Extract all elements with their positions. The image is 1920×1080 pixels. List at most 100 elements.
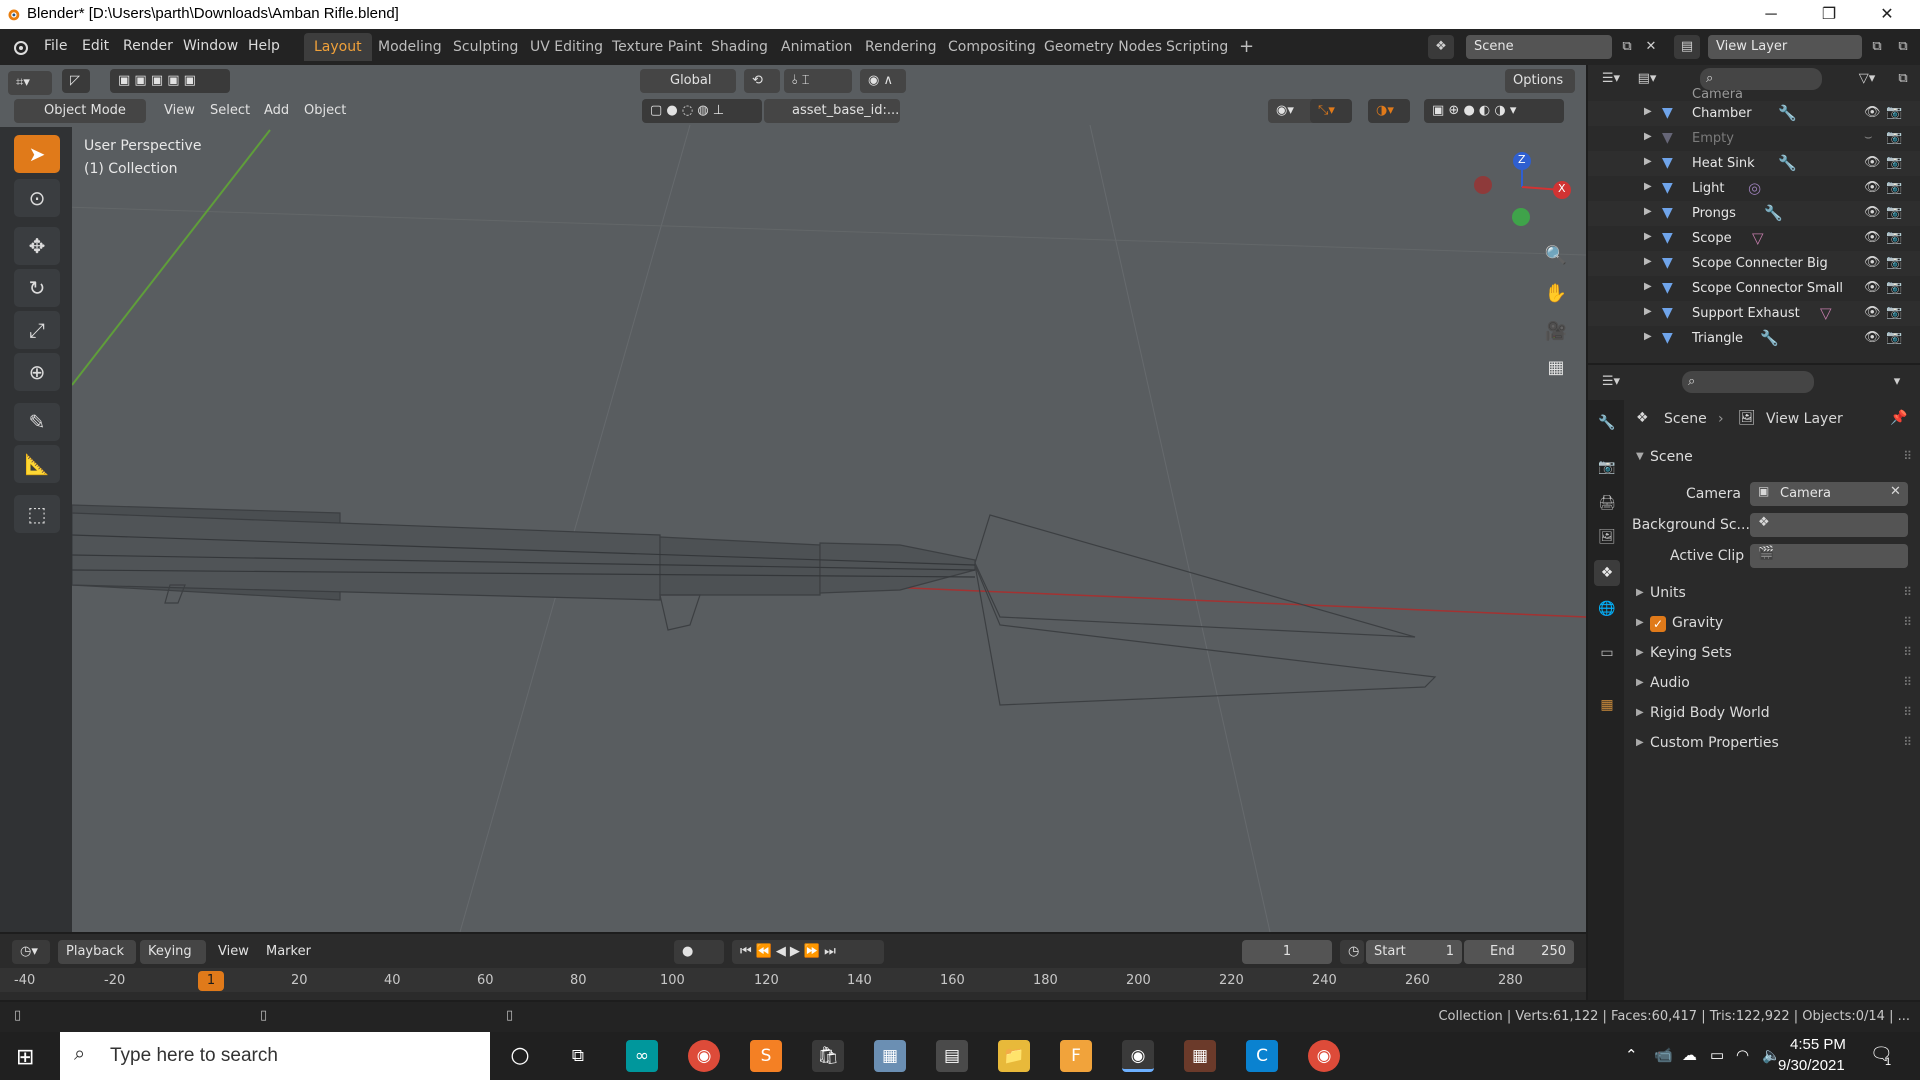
menu-window[interactable]: Window: [183, 38, 238, 54]
perspective-toggle-icon[interactable]: ▦: [1540, 352, 1572, 384]
wifi-icon[interactable]: ◠: [1736, 1046, 1749, 1064]
render-camera-icon[interactable]: 📷: [1886, 230, 1902, 245]
transform-orientation-dropdown[interactable]: Global: [640, 69, 736, 93]
clock-time[interactable]: 4:55 PM: [1790, 1036, 1846, 1053]
new-scene-icon[interactable]: ⧉: [1614, 35, 1640, 59]
windows-start-icon[interactable]: ⊞: [16, 1045, 34, 1070]
current-frame-field[interactable]: 1: [1242, 940, 1332, 964]
move-tool-icon[interactable]: ✥: [14, 227, 60, 265]
show-hidden-icons-icon[interactable]: ⌃: [1625, 1046, 1638, 1064]
visibility-eye-icon[interactable]: 👁: [1864, 305, 1881, 320]
visibility-eye-icon[interactable]: 👁: [1864, 205, 1881, 220]
mode-dropdown[interactable]: Object Mode: [14, 99, 146, 123]
clock-date[interactable]: 9/30/2021: [1778, 1057, 1845, 1074]
display-mode-icon[interactable]: ▤▾: [1634, 67, 1660, 91]
select-mode-icon[interactable]: ◸: [62, 69, 90, 93]
timeline-editor-icon[interactable]: ◷▾: [12, 940, 50, 964]
drag-grip-icon[interactable]: ⠿: [1903, 585, 1912, 599]
visibility-eye-icon[interactable]: 👁: [1864, 180, 1881, 195]
expand-icon[interactable]: ▶: [1644, 131, 1652, 142]
transform-tool-icon[interactable]: ⊕: [14, 353, 60, 391]
rigid-body-world-panel-header[interactable]: ▶ Rigid Body World ⠿: [1626, 700, 1918, 728]
annotate-tool-icon[interactable]: ✎: [14, 403, 60, 441]
delete-scene-icon[interactable]: ✕: [1638, 35, 1664, 59]
meet-now-icon[interactable]: 📹: [1654, 1046, 1673, 1064]
chrome-profile-app-icon[interactable]: ◉: [1308, 1040, 1340, 1072]
scale-tool-icon[interactable]: ⤢: [14, 311, 60, 349]
view-layer-tab-icon[interactable]: 🖼: [1594, 524, 1620, 550]
menu-add[interactable]: Add: [264, 103, 289, 118]
menu-render[interactable]: Render: [123, 38, 173, 54]
select-tool-icon[interactable]: ➤: [14, 135, 60, 173]
cortana-icon[interactable]: ○: [504, 1040, 536, 1072]
add-cube-tool-icon[interactable]: ⬚: [14, 495, 60, 533]
outliner-row-scope[interactable]: ▶ ▼ Scope ▽ 👁 📷: [1588, 226, 1920, 251]
render-camera-icon[interactable]: 📷: [1886, 130, 1902, 145]
properties-editor-icon[interactable]: ☰▾: [1598, 370, 1624, 394]
playback-dropdown[interactable]: Playback: [58, 940, 136, 964]
expand-icon[interactable]: ▶: [1644, 206, 1652, 217]
minimize-button[interactable]: ─: [1742, 0, 1800, 29]
c-app-icon[interactable]: C: [1246, 1040, 1278, 1072]
keying-dropdown[interactable]: Keying: [140, 940, 206, 964]
visibility-eye-icon[interactable]: 👁: [1864, 105, 1881, 120]
timeline-ruler[interactable]: [0, 968, 1586, 992]
new-collection-icon[interactable]: ⧉: [1890, 67, 1916, 91]
expand-icon[interactable]: ▶: [1644, 281, 1652, 292]
tab-compositing[interactable]: Compositing: [938, 33, 1046, 61]
gravity-panel-header[interactable]: ▶ ✓ Gravity ⠿: [1626, 610, 1918, 638]
render-camera-icon[interactable]: 📷: [1886, 155, 1902, 170]
drag-grip-icon[interactable]: ⠿: [1903, 449, 1912, 463]
render-properties-tab-icon[interactable]: 📷: [1594, 454, 1620, 480]
output-properties-tab-icon[interactable]: 🖨: [1594, 490, 1620, 516]
scene-panel-header[interactable]: ▼ Scene ⠿: [1626, 444, 1918, 472]
pan-hand-icon[interactable]: ✋: [1540, 278, 1572, 310]
drag-grip-icon[interactable]: ⠿: [1903, 735, 1912, 749]
start-frame-field[interactable]: Start 1: [1366, 940, 1462, 964]
expand-icon[interactable]: ▶: [1644, 331, 1652, 342]
render-camera-icon[interactable]: 📷: [1886, 280, 1902, 295]
outliner-editor-icon[interactable]: ☰▾: [1598, 67, 1624, 91]
tab-texture-paint[interactable]: Texture Paint: [602, 33, 712, 61]
render-camera-icon[interactable]: 📷: [1886, 105, 1902, 120]
3d-viewport[interactable]: [0, 65, 1586, 932]
scene-name-field[interactable]: Scene: [1466, 35, 1612, 59]
file-explorer-icon[interactable]: 📁: [998, 1040, 1030, 1072]
new-view-layer-icon[interactable]: ⧉: [1864, 35, 1890, 59]
proportional-editing-icon[interactable]: ◉ ∧: [860, 69, 906, 93]
world-properties-tab-icon[interactable]: 🌐: [1594, 596, 1620, 622]
menu-file[interactable]: File: [44, 38, 67, 54]
zoom-icon[interactable]: 🔍: [1540, 240, 1572, 272]
pivot-point-icon[interactable]: ⟲: [744, 69, 780, 93]
taskbar-search-input[interactable]: ⌕ Type here to search: [60, 1032, 490, 1080]
tab-uv-editing[interactable]: UV Editing: [520, 33, 613, 61]
tab-rendering[interactable]: Rendering: [855, 33, 947, 61]
render-camera-icon[interactable]: 📷: [1886, 255, 1902, 270]
tab-sculpting[interactable]: Sculpting: [443, 33, 528, 61]
tab-shading[interactable]: Shading: [701, 33, 778, 61]
expand-icon[interactable]: ▶: [1644, 306, 1652, 317]
visibility-eye-icon[interactable]: 👁: [1864, 155, 1881, 170]
task-view-icon[interactable]: ⧉: [562, 1040, 594, 1072]
menu-edit[interactable]: Edit: [82, 38, 109, 54]
sublime-app-icon[interactable]: S: [750, 1040, 782, 1072]
audio-panel-header[interactable]: ▶ Audio ⠿: [1626, 670, 1918, 698]
playhead-frame[interactable]: 1: [198, 971, 224, 991]
tab-scripting[interactable]: Scripting: [1156, 33, 1238, 61]
fusion-app-icon[interactable]: F: [1060, 1040, 1092, 1072]
camera-field[interactable]: Camera: [1750, 482, 1908, 506]
visibility-eye-icon[interactable]: 👁: [1864, 330, 1881, 345]
tool-properties-tab-icon[interactable]: 🔧: [1594, 410, 1620, 436]
collection-properties-tab-icon[interactable]: ▭: [1594, 640, 1620, 666]
units-panel-header[interactable]: ▶ Units ⠿: [1626, 580, 1918, 608]
arduino-app-icon[interactable]: ∞: [626, 1040, 658, 1072]
expand-icon[interactable]: ▶: [1644, 231, 1652, 242]
render-camera-icon[interactable]: 📷: [1886, 180, 1902, 195]
outliner-row-support-exhaust[interactable]: ▶ ▼ Support Exhaust ▽ 👁 📷: [1588, 301, 1920, 326]
expand-icon[interactable]: ▶: [1644, 181, 1652, 192]
tab-layout[interactable]: Layout: [304, 33, 372, 61]
selection-mode-icons[interactable]: ▣ ▣ ▣ ▣ ▣: [110, 69, 230, 93]
render-camera-icon[interactable]: 📷: [1886, 330, 1902, 345]
background-scene-field[interactable]: [1750, 513, 1908, 537]
view-layer-field[interactable]: View Layer: [1708, 35, 1862, 59]
